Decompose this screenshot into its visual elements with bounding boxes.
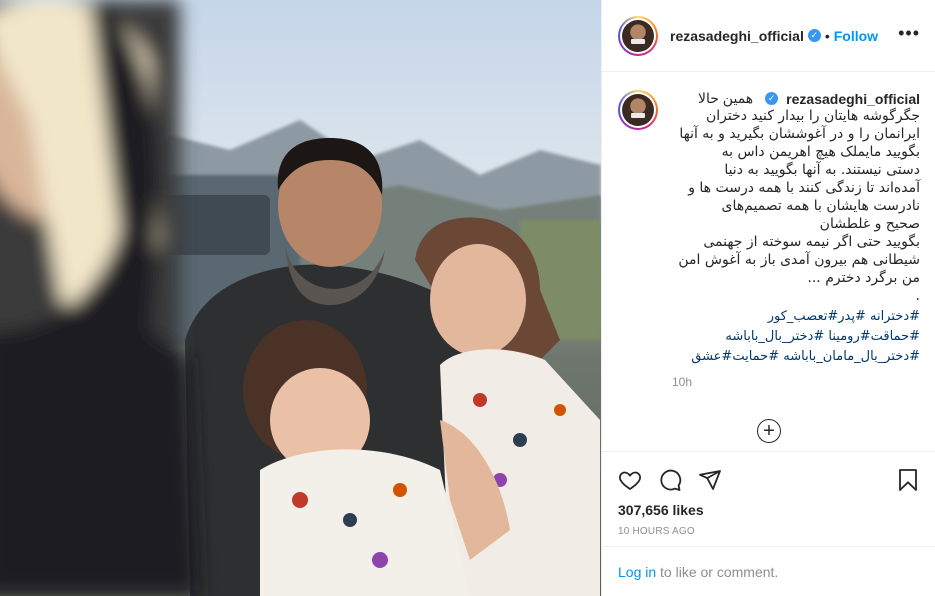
post-actions: 307,656 likes 10 HOURS AGO <box>602 451 935 537</box>
caption-first-text: همین حالا <box>698 90 754 106</box>
username-link[interactable]: rezasadeghi_official <box>670 28 804 44</box>
caption-line: جگرگوشه هایتان را بیدار کنید دختران <box>705 108 920 124</box>
caption-body: همین حالا ✓ rezasadeghi_official جگرگوشه… <box>672 90 920 389</box>
hashtag-line[interactable]: #دختر_بال_مامان_باباشه #حمایت#عشق <box>672 347 920 367</box>
caption-line: بگویید مایملک هیچ اهریمن داس به <box>721 144 920 160</box>
caption-line: صحیح و غلطشان <box>819 216 920 232</box>
caption-line: بگویید حتی اگر نیمه سوخته از جهنمی <box>703 234 920 250</box>
post-header: rezasadeghi_official ✓ • Follow ••• <box>602 0 935 72</box>
likes-count[interactable]: 307,656 likes <box>618 502 920 518</box>
avatar-image <box>622 94 654 126</box>
avatar-image <box>622 19 654 52</box>
caption-line: شیطانی هم بیرون آمدی باز به آغوش امن <box>678 252 920 268</box>
caption-line: من برگرد دخترم ... <box>807 270 920 286</box>
verified-badge-icon: ✓ <box>807 29 821 42</box>
paper-plane-icon <box>699 470 721 490</box>
caption-username-link[interactable]: rezasadeghi_official <box>786 91 920 107</box>
separator-dot: • <box>824 27 830 44</box>
photo-illustration <box>0 0 601 596</box>
follow-button[interactable]: Follow <box>834 28 878 44</box>
caption-avatar[interactable] <box>618 90 658 130</box>
hashtag-line[interactable]: #حماقت#رومینا #دختر_بال_باباشه <box>672 327 920 347</box>
hashtag-line[interactable]: #دخترانه #پدر#تعصب_کور <box>672 307 920 327</box>
comments-section: همین حالا ✓ rezasadeghi_official جگرگوشه… <box>602 72 935 450</box>
action-icons-row <box>618 460 920 500</box>
like-button[interactable] <box>618 460 658 500</box>
login-prompt-text: to like or comment. <box>656 563 779 580</box>
verified-badge-icon: ✓ <box>765 92 779 105</box>
post-side-panel: rezasadeghi_official ✓ • Follow ••• همین… <box>601 0 935 596</box>
caption: همین حالا ✓ rezasadeghi_official جگرگوشه… <box>618 90 920 389</box>
bookmark-icon <box>899 469 917 491</box>
comment-button[interactable] <box>658 460 698 500</box>
comment-bubble-icon <box>660 469 682 491</box>
caption-time[interactable]: 10h <box>672 375 920 389</box>
caption-first-line: همین حالا ✓ rezasadeghi_official <box>672 90 920 107</box>
caption-line: . <box>915 288 920 304</box>
caption-line: نادرست هایشان با همه تصمیم‌های <box>721 198 920 214</box>
caption-line: ایرانمان را و در آغوششان بگیرید و به آنه… <box>679 126 920 142</box>
heart-icon <box>619 471 641 491</box>
more-options-icon[interactable]: ••• <box>898 24 920 42</box>
caption-line: دستی نیستند. به آنها بگویید به دنیا <box>724 162 920 178</box>
hashtags: #دخترانه #پدر#تعصب_کور #حماقت#رومینا #دخ… <box>672 307 920 367</box>
login-prompt: Log in to like or comment. <box>602 546 935 596</box>
post-timestamp[interactable]: 10 HOURS AGO <box>618 526 920 537</box>
save-button[interactable] <box>880 460 920 500</box>
caption-line: آمده‌اند تا زندگی کنند با همه درست ها و <box>688 180 920 196</box>
login-link[interactable]: Log in <box>618 564 656 580</box>
share-button[interactable] <box>698 460 738 500</box>
load-more-comments-icon[interactable]: + <box>757 419 781 443</box>
post-photo[interactable] <box>0 0 601 596</box>
caption-text: جگرگوشه هایتان را بیدار کنید دختران ایرا… <box>672 107 920 305</box>
avatar[interactable] <box>618 15 658 56</box>
